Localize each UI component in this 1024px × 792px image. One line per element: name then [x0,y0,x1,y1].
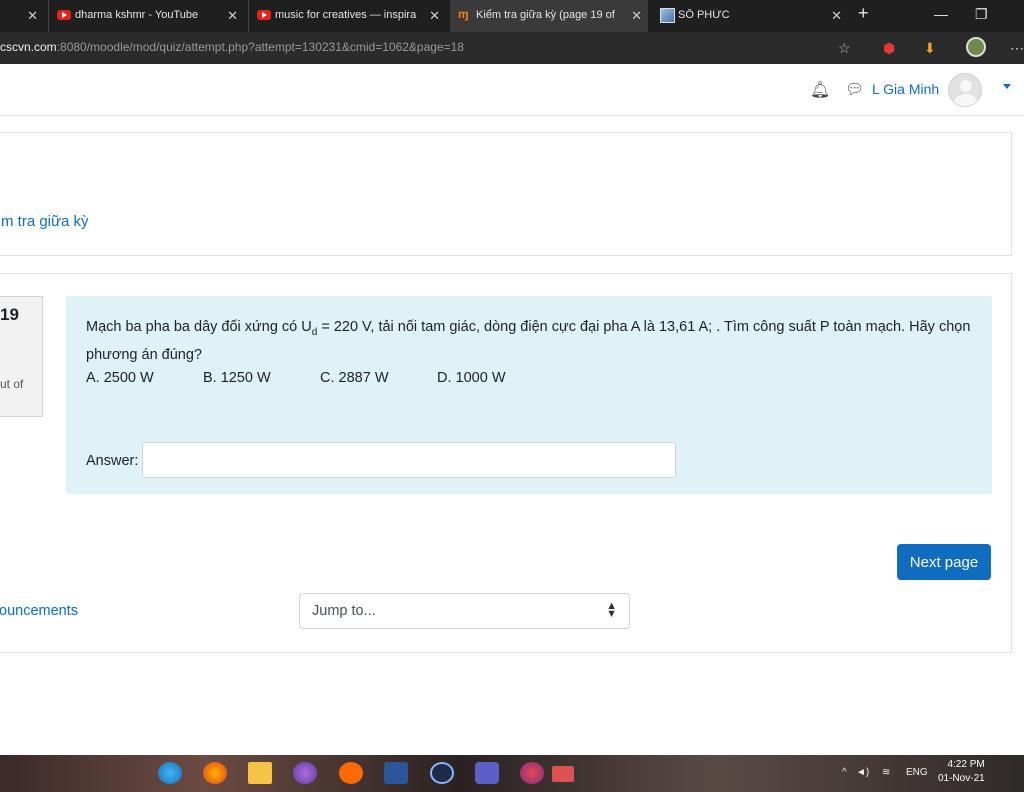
firefox-icon[interactable] [203,762,227,784]
edge-icon[interactable] [158,762,182,784]
close-icon[interactable]: ✕ [831,8,842,24]
tab-title: music for creatives — inspira [275,9,417,21]
taskbar-clock[interactable]: 4:22 PM 01-Nov-21 [938,758,985,786]
jump-to-label: Jump to... [312,603,376,619]
clock-time: 4:22 PM [947,759,985,770]
speedometer-icon[interactable] [430,762,454,784]
question-box: Mạch ba pha ba dây đối xứng có Ud = 220 … [66,296,992,494]
tray-chevron-icon[interactable]: ^ [842,767,847,778]
option-d: D. 1000 W [437,370,506,386]
jump-to-select[interactable]: Jump to... ▲ ▼ [299,593,630,629]
more-menu-icon[interactable]: ⋯ [1010,40,1024,57]
image-icon [660,8,675,23]
answer-label: Answer: [86,453,139,469]
wifi-icon[interactable]: ≋ [882,767,890,778]
url-domain: cscvn.com [0,40,57,54]
option-b: B. 1250 W [203,370,271,386]
close-icon[interactable]: ✕ [227,8,238,24]
announcements-link[interactable]: ouncements [0,603,78,619]
page-header-card: m tra giữa kỳ [0,132,1012,256]
answer-input[interactable] [142,442,676,478]
word-icon[interactable] [384,762,408,784]
tab-so-phuc[interactable]: SỐ PHỨC ✕ [652,0,848,32]
browser-tab-bar: ✕ dharma kshmr - YouTube ✕ music for cre… [0,0,1024,32]
tab-moodle-quiz[interactable]: ɱ Kiểm tra giữa kỳ (page 19 of ✕ [450,0,648,32]
bell-icon[interactable]: 🔔︎ [810,80,830,100]
messenger-icon[interactable] [520,762,544,784]
close-icon[interactable]: ✕ [27,8,38,24]
file-explorer-icon[interactable] [248,762,272,784]
app-icon[interactable] [293,762,317,784]
tab-previous[interactable]: ✕ [0,0,44,32]
close-icon[interactable]: ✕ [429,8,440,24]
chat-icon[interactable]: 💬︎ [845,80,864,98]
favorite-star-icon[interactable]: ☆ [838,40,851,57]
volume-icon[interactable]: ◄) [856,767,869,778]
option-a: A. 2500 W [86,370,154,386]
question-number: 19 [0,305,19,324]
question-text: Mạch ba pha ba dây đối xứng có Ud = 220 … [86,316,976,366]
tab-youtube-dharma[interactable]: dharma kshmr - YouTube ✕ [48,0,244,32]
youtube-icon [57,10,71,20]
url-path: :8080/moodle/mod/quiz/attempt.php?attemp… [56,40,464,54]
restore-button[interactable]: ❐ [975,6,988,23]
quiz-content-card: 19 ut of Mạch ba pha ba dây đối xứng có … [0,273,1012,653]
moodle-icon: ɱ [458,7,469,21]
app-window-icon[interactable] [552,766,574,782]
profile-avatar-icon[interactable] [966,37,986,57]
next-page-button[interactable]: Next page [897,544,991,580]
download-icon[interactable]: ⬇ [924,40,936,57]
avatar[interactable] [948,73,982,107]
tab-title: Kiểm tra giữa kỳ (page 19 of [476,9,615,21]
language-indicator[interactable]: ENG [906,767,928,778]
url-text[interactable]: cscvn.com:8080/moodle/mod/quiz/attempt.p… [0,40,464,54]
question-text-part: Mạch ba pha ba dây đối xứng có U [86,319,312,335]
close-icon[interactable]: ✕ [631,8,642,24]
clock-date: 01-Nov-21 [938,773,985,784]
taskbar: ^ ◄) ≋ ENG 4:22 PM 01-Nov-21 [0,755,1024,792]
breadcrumb[interactable]: m tra giữa kỳ [1,213,89,230]
minimize-button[interactable]: — [934,6,948,22]
question-info-box: 19 ut of [0,296,43,417]
chevron-down-icon[interactable] [1003,84,1011,89]
youtube-icon [257,10,271,20]
select-arrows-icon: ▲ ▼ [606,600,617,620]
tab-title: SỐ PHỨC [678,9,730,21]
address-bar[interactable]: cscvn.com:8080/moodle/mod/quiz/attempt.p… [0,32,1024,64]
teams-icon[interactable] [475,762,499,784]
new-tab-button[interactable]: + [858,3,869,24]
extension-shield-icon[interactable]: ⬢ [883,40,895,57]
user-name[interactable]: L Gia Minh [872,81,939,97]
tab-youtube-music[interactable]: music for creatives — inspira ✕ [248,0,446,32]
soundcloud-icon[interactable] [339,762,363,784]
option-c: C. 2887 W [320,370,389,386]
question-mark: ut of [0,377,24,391]
site-header: 🔔︎ 💬︎ L Gia Minh [0,64,1024,116]
tab-title: dharma kshmr - YouTube [75,9,199,21]
